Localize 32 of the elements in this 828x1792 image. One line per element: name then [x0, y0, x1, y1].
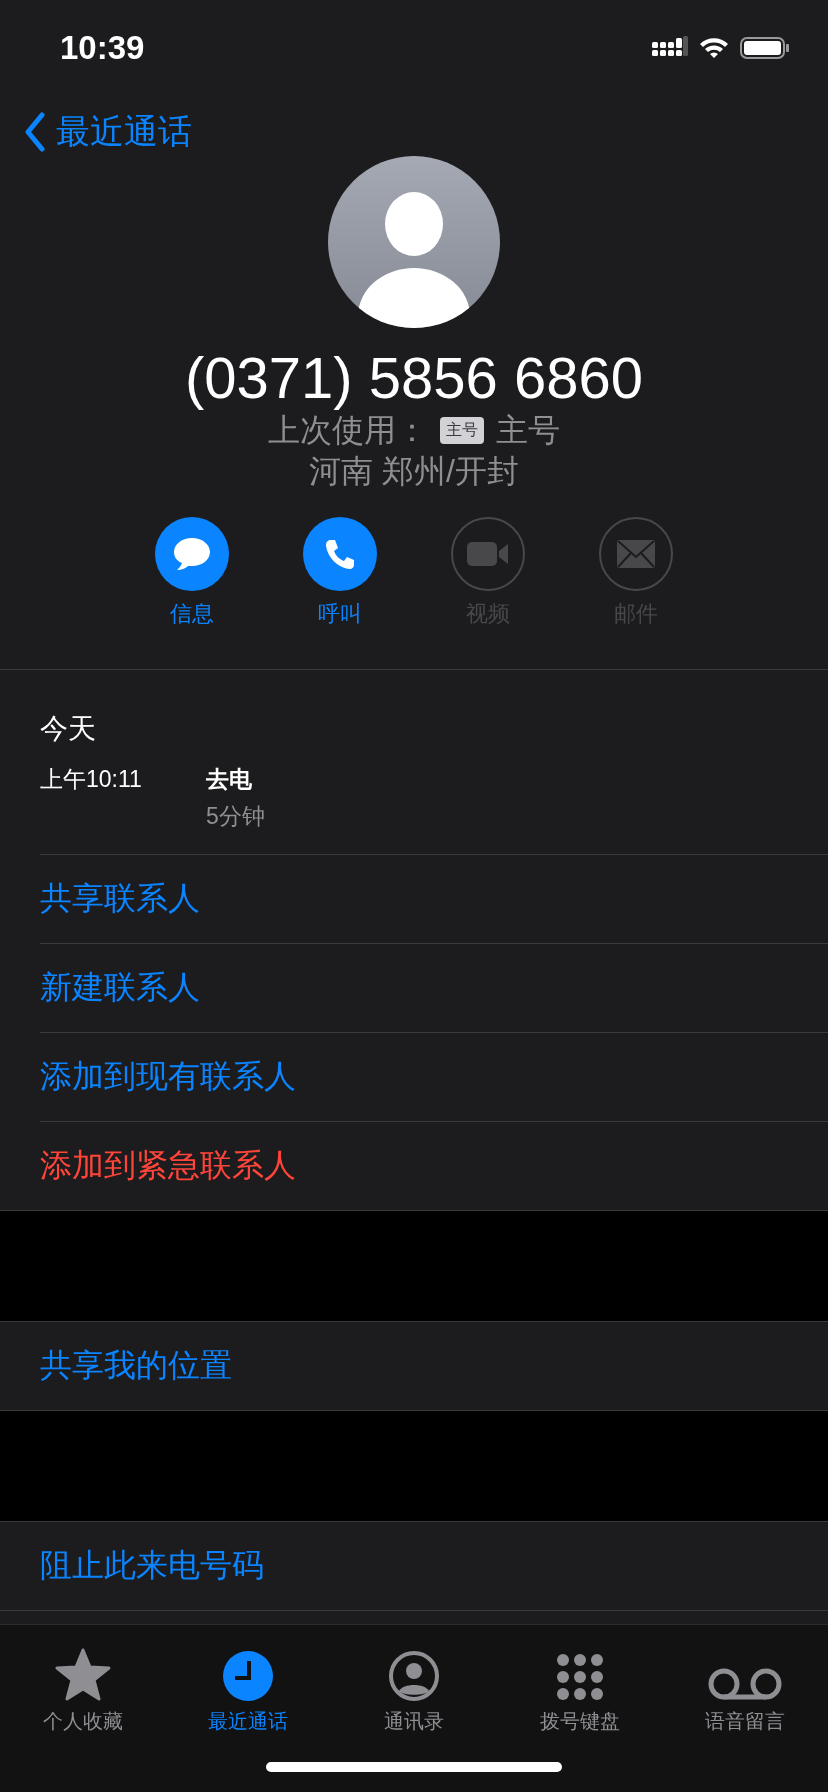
voicemail-icon	[707, 1666, 784, 1702]
clock-icon	[222, 1650, 275, 1702]
last-used-value: 主号	[496, 410, 560, 450]
date-heading: 今天	[40, 712, 97, 746]
call-duration: 5分钟	[206, 802, 265, 831]
tab[interactable]: 语音留言	[670, 1635, 821, 1735]
line-badge: 主号	[440, 417, 484, 444]
back-button[interactable]: 最近通话	[24, 109, 192, 155]
phone-icon	[323, 537, 357, 571]
tab[interactable]: 个人收藏	[7, 1635, 158, 1735]
menu-row[interactable]: 共享联系人	[40, 854, 828, 943]
video-camera-icon	[466, 540, 510, 568]
menu-row[interactable]: 添加到现有联系人	[40, 1032, 828, 1121]
speech-bubble-icon	[172, 536, 212, 572]
location-text: 河南 郑州/开封	[309, 452, 519, 492]
envelope-icon	[616, 539, 656, 569]
person-circle-icon	[388, 1650, 440, 1702]
star-icon	[54, 1648, 111, 1702]
tab[interactable]: 通讯录	[339, 1635, 489, 1735]
tab[interactable]: 拨号键盘	[504, 1635, 655, 1735]
menu-row[interactable]: 添加到紧急联系人	[40, 1121, 828, 1210]
call-type: 去电	[206, 765, 253, 794]
status-time: 10:39	[60, 29, 145, 67]
call-time: 上午10:11	[40, 765, 143, 794]
last-used-label: 上次使用：	[268, 410, 428, 450]
phone-number: (0371) 5856 6860	[185, 346, 643, 410]
wifi-icon	[698, 36, 730, 60]
keypad-icon	[554, 1652, 605, 1702]
battery-icon	[740, 36, 790, 60]
back-chevron-icon	[24, 112, 46, 152]
menu-row[interactable]: 新建联系人	[40, 943, 828, 1032]
tab[interactable]: 最近通话	[173, 1635, 324, 1735]
